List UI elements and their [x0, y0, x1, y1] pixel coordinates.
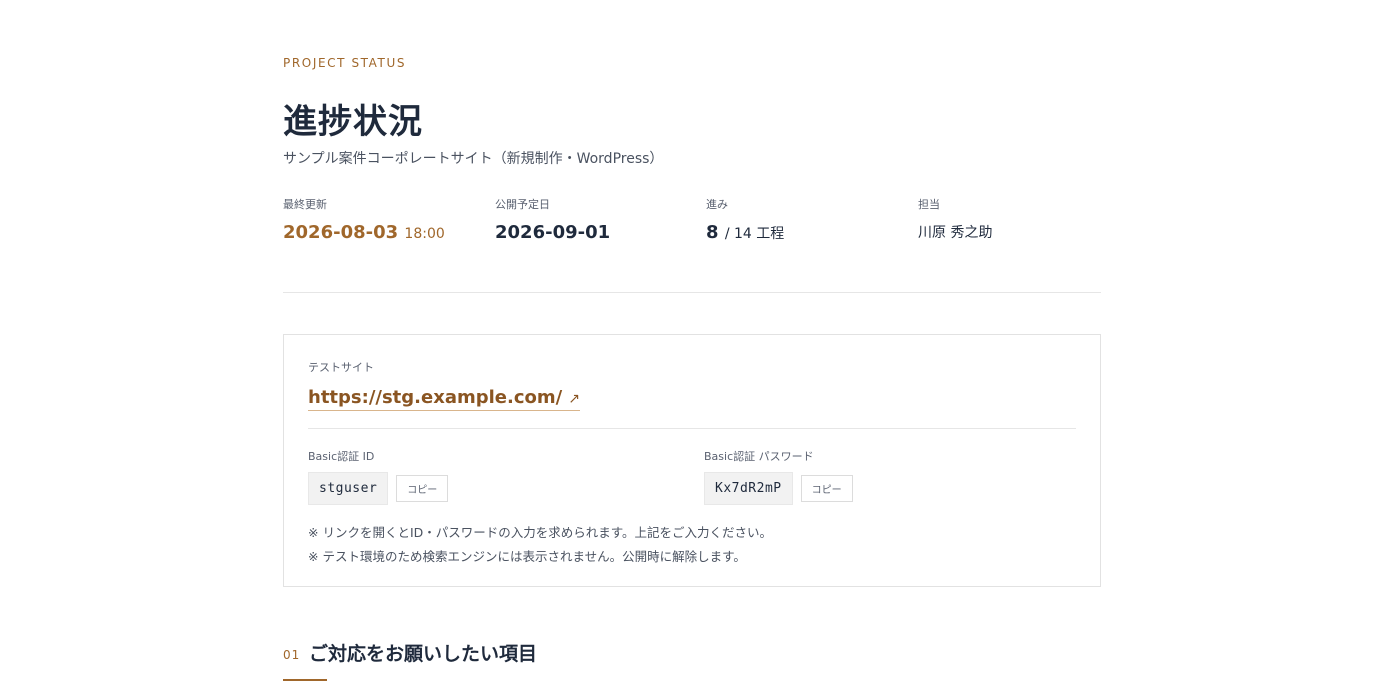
section-underline: [283, 679, 327, 681]
basic-id-row: stguser コピー: [308, 472, 449, 505]
meta-updated-value: 2026-08-03 18:00: [283, 222, 445, 243]
basic-password-label: Basic認証 パスワード: [704, 450, 814, 463]
note-line: ※ リンクを開くとID・パスワードの入力を求められます。上記をご入力ください。: [308, 525, 773, 540]
meta-publish-date: 2026-09-01: [495, 222, 611, 243]
meta-progress-total: / 14 工程: [724, 226, 785, 242]
meta-progress-value: 8 / 14 工程: [706, 222, 784, 243]
test-site-url: https://stg.example.com/: [308, 387, 563, 408]
copy-password-button[interactable]: コピー: [800, 475, 853, 502]
basic-password-group: Basic認証 パスワード Kx7dR2mP コピー: [704, 448, 853, 505]
basic-password-row: Kx7dR2mP コピー: [704, 472, 853, 505]
test-site-link[interactable]: https://stg.example.com/ ↗: [308, 387, 580, 411]
copy-id-button[interactable]: コピー: [396, 475, 449, 502]
meta-updated-date: 2026-08-03: [283, 222, 399, 243]
section-number: 01: [283, 648, 301, 662]
page: PROJECT STATUS 進捗状況 サンプル案件コーポレートサイト（新規制作…: [0, 0, 1400, 700]
meta-publish-label: 公開予定日: [495, 198, 550, 211]
basic-password-value[interactable]: Kx7dR2mP: [704, 472, 793, 505]
page-title: 進捗状況: [283, 102, 423, 142]
card-divider: [308, 428, 1076, 429]
test-site-card: テストサイト https://stg.example.com/ ↗ Basic認証…: [283, 334, 1101, 587]
basic-id-group: Basic認証 ID stguser コピー: [308, 448, 449, 505]
basic-id-label: Basic認証 ID: [308, 450, 375, 463]
meta-progress: 進み 8 / 14 工程: [706, 196, 784, 243]
meta-progress-current: 8: [706, 222, 719, 243]
meta-updated: 最終更新 2026-08-03 18:00: [283, 196, 445, 243]
meta-publish: 公開予定日 2026-09-01: [495, 196, 610, 243]
meta-owner: 担当 川原 秀之助: [918, 196, 992, 242]
meta-owner-label: 担当: [918, 198, 940, 211]
meta-progress-label: 進み: [706, 198, 728, 211]
note-line: ※ テスト環境のため検索エンジンには表示されません。公開時に解除します。: [308, 549, 746, 564]
eyebrow: PROJECT STATUS: [283, 56, 407, 70]
header-divider: [283, 292, 1101, 293]
meta-owner-name: 川原 秀之助: [918, 225, 993, 241]
section-title: ご対応をお願いしたい項目: [309, 643, 538, 665]
basic-id-value[interactable]: stguser: [308, 472, 389, 505]
meta-updated-label: 最終更新: [283, 198, 327, 211]
external-link-icon: ↗: [568, 391, 580, 407]
meta-updated-time: 18:00: [404, 226, 445, 242]
test-site-label: テストサイト: [308, 361, 374, 374]
meta-row: 最終更新 2026-08-03 18:00 公開予定日 2026-09-01 進…: [283, 196, 1101, 256]
page-subtitle: サンプル案件コーポレートサイト（新規制作・WordPress）: [283, 151, 664, 167]
